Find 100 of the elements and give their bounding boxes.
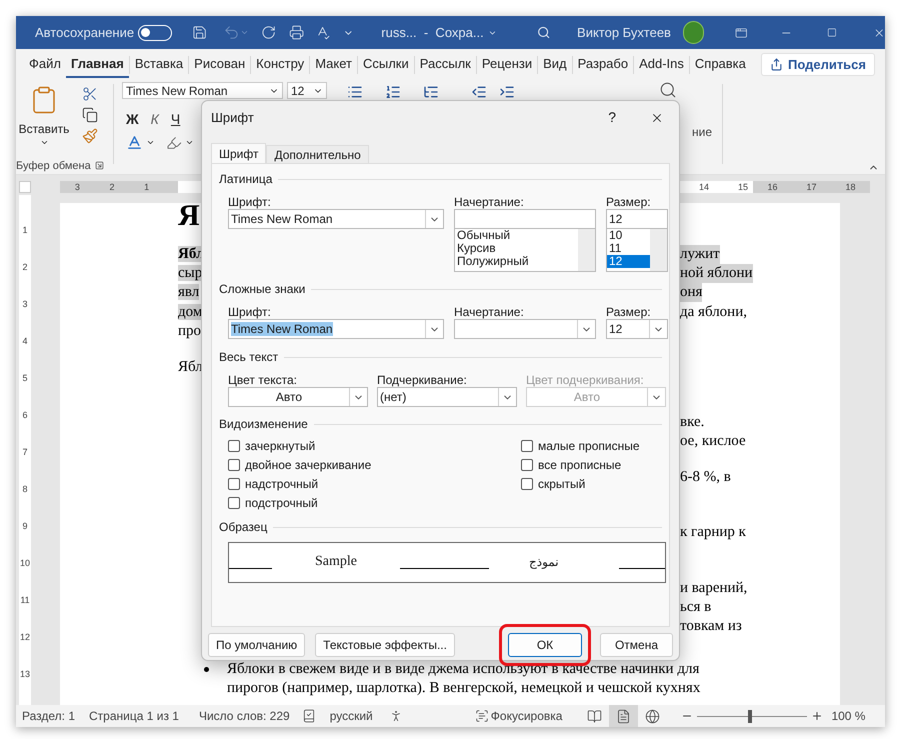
cut-icon[interactable]	[82, 86, 98, 102]
proofing-icon[interactable]	[302, 709, 316, 723]
ribbon-tab[interactable]: Add-Ins	[634, 52, 689, 78]
section-heading: Образец	[219, 519, 268, 536]
document-text: ься в	[680, 598, 712, 617]
ribbon-tab[interactable]: Разрабо	[572, 52, 634, 78]
numbering-icon[interactable]	[385, 84, 401, 100]
globe-icon	[645, 708, 660, 724]
maximize-icon[interactable]	[826, 27, 837, 38]
view-button[interactable]	[609, 705, 638, 727]
format-painter-icon[interactable]	[82, 128, 98, 144]
ruler-number: 2	[109, 181, 114, 193]
dialog-tab[interactable]: Дополнительно	[266, 145, 369, 163]
dialog-button[interactable]: Отмена	[600, 633, 673, 657]
bullet-icon	[204, 667, 209, 672]
document-text: явл	[178, 284, 200, 300]
dialog-button[interactable]: Текстовые эффекты...	[315, 633, 455, 657]
ruler-number: 15	[738, 181, 748, 193]
save-icon[interactable]	[192, 24, 207, 41]
field-label: Шрифт:	[228, 304, 272, 319]
user-avatar[interactable]	[682, 21, 704, 44]
find-icon[interactable]	[659, 81, 677, 99]
print-preview-icon[interactable]	[289, 24, 304, 41]
group-button-label: ние	[692, 124, 712, 141]
zoom-in-icon[interactable]	[811, 710, 824, 722]
checkbox[interactable]: малые прописные	[521, 436, 640, 455]
ribbon-tab[interactable]: Ссылки	[358, 52, 414, 78]
ribbon-tab[interactable]: Макет	[310, 52, 357, 78]
help-button[interactable]: ?	[608, 107, 616, 128]
style-field[interactable]	[454, 209, 596, 229]
caret-icon[interactable]	[185, 138, 194, 147]
ruler-number: 7	[22, 446, 28, 459]
ribbon-tab[interactable]: Вид	[538, 52, 572, 78]
caret-icon[interactable]	[146, 138, 155, 147]
color-field[interactable]: Авто	[228, 387, 368, 407]
document-text: да яблони,	[680, 303, 747, 322]
size-list[interactable]: 10 11 12	[606, 229, 668, 272]
document-heading: Я	[178, 201, 200, 229]
field-label: Начертание:	[454, 194, 525, 209]
ribbon-tab[interactable]: Рецензи	[476, 52, 538, 78]
checkbox[interactable]: подстрочный	[228, 493, 318, 512]
focus-button[interactable]: Фокусировка	[474, 707, 562, 725]
field-label: Цвет текста:	[228, 372, 298, 387]
ribbon-tab[interactable]: Рисован	[189, 52, 250, 78]
checkbox[interactable]: надстрочный	[228, 474, 318, 493]
ribbon-tab[interactable]: Файл	[24, 52, 66, 78]
dialog-launcher-icon[interactable]	[94, 161, 104, 170]
font-field[interactable]: Times New Roman	[228, 209, 444, 229]
section-heading: Весь текст	[219, 349, 278, 366]
zoom-thumb[interactable]	[748, 710, 752, 722]
checkbox[interactable]: двойное зачеркивание	[228, 455, 372, 474]
dialog-button[interactable]: ОК	[499, 624, 591, 666]
underline-field[interactable]: (нет)	[377, 387, 517, 407]
increase-indent-icon[interactable]	[499, 84, 515, 100]
field-label: Шрифт:	[228, 194, 272, 209]
ribbon-tab[interactable]: Справка	[690, 52, 751, 78]
ribbon-tab[interactable]: Вставка	[130, 52, 188, 78]
page-icon	[616, 708, 632, 724]
checkbox[interactable]: все прописные	[521, 455, 622, 474]
decrease-indent-icon[interactable]	[471, 84, 487, 100]
multilevel-list-icon[interactable]	[423, 84, 439, 100]
document-text: сыр	[178, 265, 202, 281]
document-text: ной яблони	[680, 264, 753, 283]
section-heading: Видоизменение	[219, 416, 308, 433]
dialog-tab[interactable]: Шрифт	[211, 143, 266, 163]
ruler-number: 3	[22, 298, 28, 311]
bullets-icon[interactable]	[347, 84, 363, 100]
highlighter-icon[interactable]	[166, 134, 182, 150]
underline-button[interactable]: Ч	[170, 109, 180, 130]
bold-button[interactable]: Ж	[126, 109, 139, 130]
ribbon-tab[interactable]: Констру	[251, 52, 310, 78]
italic-button[interactable]: К	[150, 109, 159, 130]
font-size-field[interactable]: 12	[287, 82, 327, 99]
autosave-toggle[interactable]	[138, 24, 172, 40]
size-field[interactable]: 12	[606, 319, 668, 339]
redo-icon[interactable]	[260, 24, 276, 41]
checkbox[interactable]: зачеркнутый	[228, 436, 316, 455]
paste-button[interactable]: Вставить	[16, 84, 72, 148]
field-label: Начертание:	[454, 304, 525, 319]
copy-icon[interactable]	[82, 107, 98, 123]
document-text: товкам из	[680, 617, 742, 636]
share-icon	[770, 58, 783, 71]
document-text: про	[178, 323, 202, 339]
document-text: пирогов (например, шарлотка). В венгерской, немецкой и чешской кухнях	[227, 679, 700, 698]
font-field[interactable]: Times New Roman	[228, 319, 444, 339]
ribbon-display-icon[interactable]	[734, 26, 748, 40]
font-name-field[interactable]: Times New Roman	[122, 82, 283, 99]
style-field[interactable]	[454, 319, 596, 339]
ribbon-tab[interactable]: Рассылк	[414, 52, 476, 78]
share-button[interactable]: Поделиться	[760, 53, 875, 76]
caret-icon	[40, 138, 48, 147]
ruler-number: 9	[22, 520, 28, 533]
style-list[interactable]: Обычный Курсив Полужирный	[454, 229, 596, 272]
ruler-number: 16	[767, 181, 778, 193]
search-icon[interactable]	[536, 25, 550, 40]
dialog-button[interactable]: По умолчанию	[208, 633, 306, 657]
size-field[interactable]: 12	[606, 209, 668, 229]
text-effects-icon[interactable]	[126, 134, 143, 151]
checkbox[interactable]: скрытый	[521, 474, 586, 493]
ruler-number: 8	[22, 483, 28, 496]
